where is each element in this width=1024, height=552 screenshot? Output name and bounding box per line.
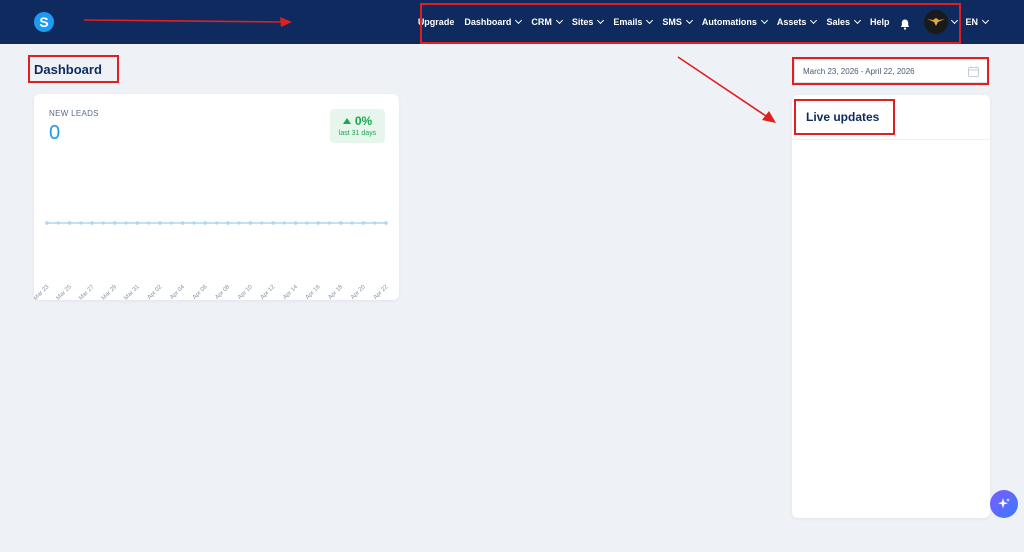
data-point: [293, 221, 298, 225]
line-marker: [147, 221, 151, 225]
new-leads-card: Mar 23 Mar 25 Mar 27 Mar 29 Mar 31 Apr 02 Apr …: [34, 94, 399, 300]
x-tick-label: Mar 23: [34, 284, 51, 300]
x-tick-label: Mar 29: [101, 284, 119, 300]
x-tick-label: Apr 16: [305, 284, 322, 300]
x-tick-label: Apr 08: [214, 284, 231, 300]
annotation-box-nav: [420, 3, 961, 44]
x-tick-label: Apr 06: [192, 284, 209, 300]
data-point: [203, 221, 207, 225]
trend-period: last 31 days: [338, 130, 377, 137]
x-tick-label: Apr 04: [169, 284, 186, 300]
x-tick-label: Apr 22: [373, 284, 390, 300]
x-tick-label: Mar 27: [78, 284, 96, 300]
line-marker: [101, 221, 106, 225]
line-marker: [282, 221, 286, 225]
data-point: [271, 221, 275, 225]
data-point: [158, 221, 162, 225]
chevron-down-icon: [981, 16, 990, 25]
ai-assistant-button[interactable]: [990, 490, 1018, 518]
line-marker: [192, 221, 196, 225]
trend-up-icon: [342, 118, 351, 124]
sparkle-icon: [998, 498, 1010, 509]
line-marker: [373, 221, 377, 225]
new-leads-value: 0: [49, 122, 61, 144]
x-tick-label: Apr 02: [147, 284, 164, 300]
line-marker: [327, 221, 332, 225]
language-label: EN: [965, 17, 978, 27]
x-tick-label: Apr 20: [350, 284, 367, 300]
new-leads-label: NEW LEADS: [49, 109, 99, 118]
data-point: [316, 221, 321, 225]
data-point: [67, 221, 72, 225]
line-marker: [56, 221, 60, 225]
annotation-box-title: [28, 55, 119, 83]
line-marker: [305, 221, 309, 225]
line-marker: [214, 221, 219, 225]
data-point: [135, 221, 140, 225]
data-point: [361, 221, 366, 225]
line-marker: [350, 221, 354, 225]
x-tick-label: Apr 12: [260, 284, 277, 300]
annotation-box-live: [794, 99, 895, 135]
x-tick-label: Apr 10: [237, 284, 254, 300]
trend-percent: 0%: [354, 114, 373, 128]
data-point: [45, 221, 49, 225]
data-point: [339, 221, 343, 225]
data-point: [384, 221, 388, 225]
x-tick-label: Apr 14: [282, 284, 299, 300]
data-point: [180, 221, 185, 225]
x-tick-label: Apr 18: [327, 284, 344, 300]
data-point: [226, 221, 230, 225]
live-updates-card: Live updates: [792, 95, 990, 518]
line-marker: [169, 221, 173, 225]
x-tick-label: Mar 31: [123, 284, 141, 300]
trend-badge: 0% last 31 days: [330, 109, 385, 143]
line-marker: [237, 221, 241, 225]
data-point: [90, 221, 94, 225]
data-point: [248, 221, 253, 225]
annotation-box-date: [792, 57, 989, 85]
x-tick-label: Mar 25: [56, 284, 74, 300]
line-marker: [124, 221, 128, 225]
language-selector[interactable]: EN: [957, 16, 1024, 27]
data-point: [113, 221, 117, 225]
line-marker: [79, 221, 83, 225]
line-marker: [260, 221, 264, 225]
app-logo[interactable]: S: [34, 12, 54, 32]
